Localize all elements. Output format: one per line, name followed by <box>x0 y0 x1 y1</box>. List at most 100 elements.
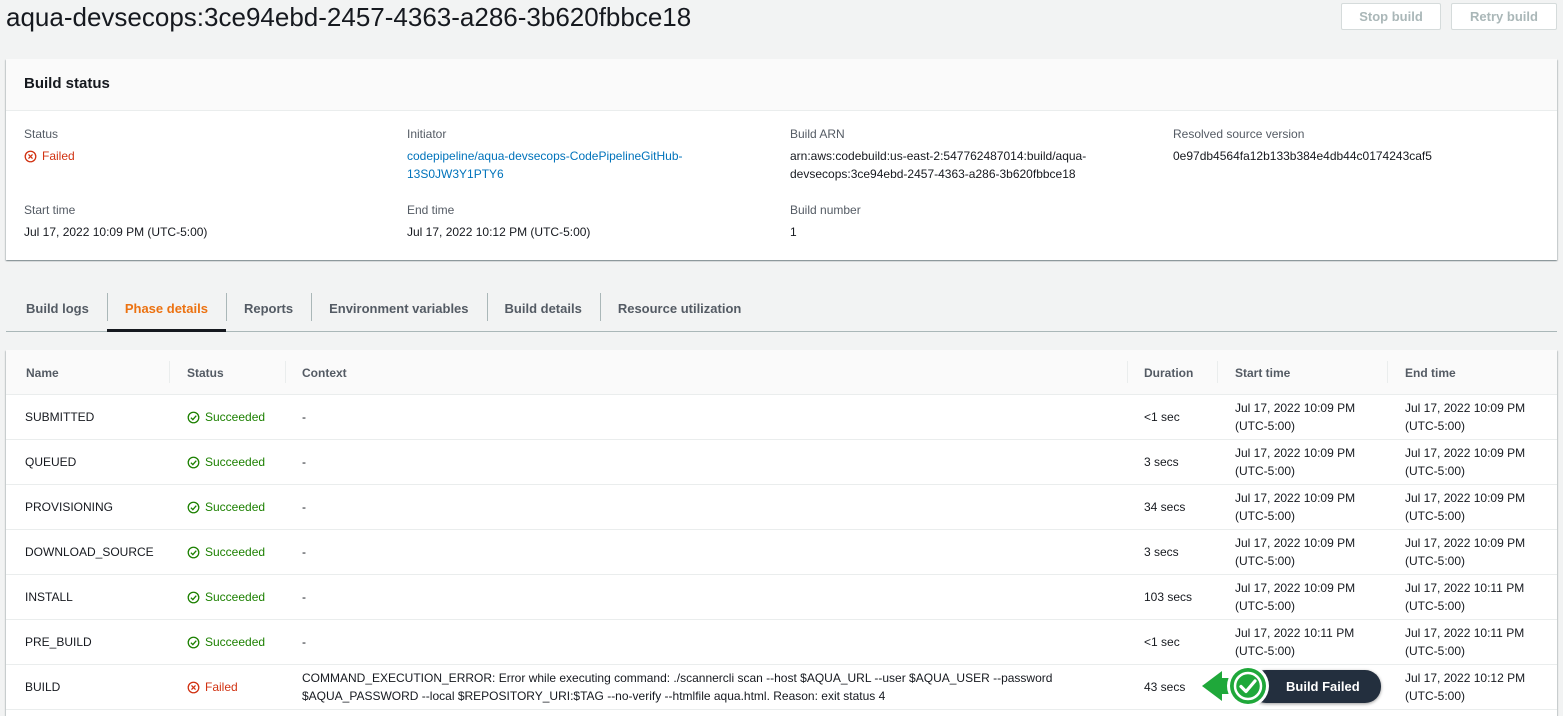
phase-end-date: Jul 17, 2022 10:11 PM <box>1405 581 1525 595</box>
phase-start-date: Jul 17, 2022 10:11 PM <box>1235 626 1355 640</box>
stop-build-button[interactable]: Stop build <box>1341 3 1441 30</box>
phase-name: SUBMITTED <box>25 410 95 424</box>
phase-start-time: Jul 17, 2022 10:09 PM (UTC-5:00) <box>1235 395 1355 439</box>
phase-end-tz: (UTC-5:00) <box>1405 599 1466 613</box>
phase-end-time: Jul 17, 2022 10:09 PM (UTC-5:00) <box>1405 485 1525 529</box>
phase-duration: 34 secs <box>1144 500 1186 514</box>
phase-end-time: Jul 17, 2022 10:09 PM (UTC-5:00) <box>1405 395 1525 439</box>
source-version-value: 0e97db4564fa12b133b384e4db44c0174243caf5 <box>1173 149 1432 163</box>
status-value: Failed <box>24 147 75 165</box>
initiator-field: Initiator codepipeline/aqua-devsecops-Co… <box>407 125 683 183</box>
start-time-field: Start time Jul 17, 2022 10:09 PM (UTC-5:… <box>24 201 207 241</box>
start-time-label: Start time <box>24 203 76 217</box>
table-header: Name Status Context Duration Start time … <box>6 350 1557 395</box>
phase-end-time: Jul 17, 2022 10:11 PM (UTC-5:00) <box>1405 620 1524 664</box>
phase-name: QUEUED <box>25 455 77 469</box>
phase-end-tz: (UTC-5:00) <box>1405 644 1466 658</box>
phase-context: - <box>302 545 306 559</box>
end-time-value: Jul 17, 2022 10:12 PM (UTC-5:00) <box>407 225 591 239</box>
build-arn-label: Build ARN <box>790 127 845 141</box>
phase-end-date: Jul 17, 2022 10:09 PM <box>1405 401 1526 415</box>
table-row: QUEUED Succeeded - 3 secs Jul 17, 2022 1… <box>6 440 1557 485</box>
phase-context: - <box>302 455 306 469</box>
phase-name: PRE_BUILD <box>25 635 92 649</box>
phase-name: PROVISIONING <box>25 500 114 514</box>
phase-duration: 3 secs <box>1144 455 1179 469</box>
phase-start-tz: (UTC-5:00) <box>1235 554 1296 568</box>
column-header-context[interactable]: Context <box>285 350 347 395</box>
phase-status-text: Succeeded <box>205 455 266 469</box>
table-row: SUBMITTED Succeeded - <1 sec Jul 17, 202… <box>6 395 1557 440</box>
success-icon <box>187 411 200 423</box>
table-row: INSTALL Succeeded - 103 secs Jul 17, 202… <box>6 575 1557 620</box>
column-header-name[interactable]: Name <box>26 350 59 395</box>
build-arn-field: Build ARN arn:aws:codebuild:us-east-2:54… <box>790 125 1086 183</box>
phase-status-text: Failed <box>205 680 238 694</box>
success-icon <box>187 456 200 468</box>
status-field: Status Failed <box>24 125 75 165</box>
build-status-card: Build status Status Failed Initiator cod… <box>6 59 1557 260</box>
phase-end-date: Jul 17, 2022 10:09 PM <box>1405 446 1526 460</box>
tab-resource-utilization[interactable]: Resource utilization <box>599 285 760 331</box>
phase-status: Succeeded <box>187 395 265 439</box>
phase-end-date: Jul 17, 2022 10:12 PM <box>1405 671 1526 685</box>
phase-start-time: Jul 17, 2022 10:09 PM (UTC-5:00) <box>1235 485 1355 529</box>
column-header-end-time[interactable]: End time <box>1387 350 1456 395</box>
build-arn-line1: arn:aws:codebuild:us-east-2:547762487014… <box>790 149 1087 163</box>
build-number-field: Build number 1 <box>790 201 861 241</box>
initiator-label: Initiator <box>407 127 447 141</box>
phase-status: Succeeded <box>187 485 265 529</box>
table-row: DOWNLOAD_SOURCE Succeeded - 3 secs Jul 1… <box>6 530 1557 575</box>
phase-start-tz: (UTC-5:00) <box>1235 599 1296 613</box>
build-number-value: 1 <box>790 225 797 239</box>
phase-end-tz: (UTC-5:00) <box>1405 509 1466 523</box>
success-icon <box>187 501 200 513</box>
end-time-field: End time Jul 17, 2022 10:12 PM (UTC-5:00… <box>407 201 590 241</box>
tab-environment-variables[interactable]: Environment variables <box>311 285 486 331</box>
error-icon <box>187 681 200 693</box>
initiator-link-line1[interactable]: codepipeline/aqua-devsecops-CodePipeline… <box>407 147 683 165</box>
phase-start-time: Jul 17, 2022 10:09 PM (UTC-5:00) <box>1235 530 1355 574</box>
phase-status: Failed <box>187 665 238 709</box>
phase-start-tz: (UTC-5:00) <box>1235 464 1296 478</box>
phase-start-time: Jul 17, 2022 10:09 PM (UTC-5:00) <box>1235 440 1355 484</box>
phase-status-text: Succeeded <box>205 635 266 649</box>
build-arn-line2: devsecops:3ce94ebd-2457-4363-a286-3b620f… <box>790 167 1076 181</box>
phase-start-date: Jul 17, 2022 10:09 PM <box>1235 581 1356 595</box>
build-status-header: Build status <box>6 59 1557 111</box>
phase-status: Succeeded <box>187 575 265 619</box>
status-text: Failed <box>42 149 75 163</box>
phase-status: Succeeded <box>187 620 265 664</box>
source-version-field: Resolved source version 0e97db4564fa12b1… <box>1173 125 1432 165</box>
phase-start-tz: (UTC-5:00) <box>1235 644 1296 658</box>
phase-duration: <1 sec <box>1144 635 1180 649</box>
phase-end-tz: (UTC-5:00) <box>1405 464 1466 478</box>
column-header-status[interactable]: Status <box>169 350 224 395</box>
phase-start-date: Jul 17, 2022 10:09 PM <box>1235 491 1356 505</box>
phase-start-date: Jul 17, 2022 10:09 PM <box>1235 446 1356 460</box>
phase-context: COMMAND_EXECUTION_ERROR: Error while exe… <box>302 665 1052 709</box>
table-row: PRE_BUILD Succeeded - <1 sec Jul 17, 202… <box>6 620 1557 665</box>
tab-build-details[interactable]: Build details <box>486 285 600 331</box>
column-header-duration-text: Duration <box>1144 365 1194 380</box>
phase-name: BUILD <box>25 680 61 694</box>
phase-start-tz: (UTC-5:00) <box>1235 419 1296 433</box>
phase-duration: 3 secs <box>1144 545 1179 559</box>
phase-start-time: Jul 17, 2022 10:11 PM (UTC-5:00) <box>1235 620 1354 664</box>
phase-status-text: Succeeded <box>205 410 266 424</box>
tab-phase-details[interactable]: Phase details <box>106 285 227 332</box>
column-header-duration[interactable]: Duration <box>1127 350 1193 395</box>
success-icon <box>187 636 200 648</box>
column-header-start-time[interactable]: Start time <box>1217 350 1290 395</box>
page-title: aqua-devsecops:3ce94ebd-2457-4363-a286-3… <box>6 2 692 32</box>
tab-build-logs[interactable]: Build logs <box>6 285 107 331</box>
initiator-link-line2[interactable]: 13S0JW3Y1PTY6 <box>407 165 683 183</box>
initiator-link[interactable]: codepipeline/aqua-devsecops-CodePipeline… <box>407 147 683 183</box>
phase-start-date: Jul 17, 2022 10:09 PM <box>1235 401 1356 415</box>
retry-build-button[interactable]: Retry build <box>1451 3 1557 30</box>
phase-end-date: Jul 17, 2022 10:09 PM <box>1405 536 1526 550</box>
tab-reports[interactable]: Reports <box>225 285 311 331</box>
source-version-label: Resolved source version <box>1173 127 1305 141</box>
phase-context-line1: COMMAND_EXECUTION_ERROR: Error while exe… <box>302 671 1053 685</box>
error-icon <box>24 150 37 162</box>
